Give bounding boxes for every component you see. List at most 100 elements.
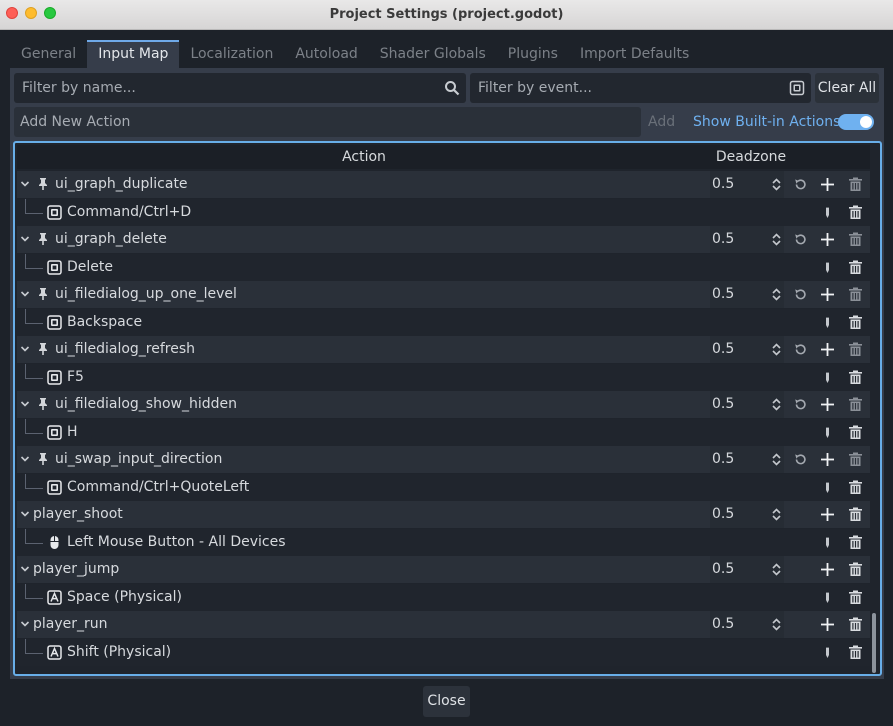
remove-action-icon[interactable] [848,507,863,522]
clear-all-button[interactable]: Clear All [815,73,879,103]
edit-event-icon[interactable] [820,645,835,660]
spin-arrows-icon[interactable] [772,288,781,301]
tab-shader-globals[interactable]: Shader Globals [369,40,497,68]
event-row[interactable]: Delete [17,253,870,281]
revert-icon[interactable] [793,342,808,357]
tab-localization[interactable]: Localization [179,40,284,68]
action-column-header: Action [342,149,386,165]
minimize-window-button[interactable] [25,7,37,19]
remove-event-icon[interactable] [848,590,863,605]
add-event-icon[interactable] [820,562,835,577]
event-row[interactable]: Command/Ctrl+D [17,198,870,226]
chevron-down-icon[interactable] [20,179,30,189]
event-row[interactable]: Shift (Physical) [17,638,870,666]
add-event-icon[interactable] [820,452,835,467]
tab-plugins[interactable]: Plugins [497,40,569,68]
chevron-down-icon[interactable] [20,289,30,299]
chevron-down-icon[interactable] [20,619,30,629]
remove-action-icon [848,232,863,247]
action-row[interactable]: ui_filedialog_up_one_level 0.5 [17,281,870,308]
revert-icon[interactable] [793,232,808,247]
edit-event-icon[interactable] [820,205,835,220]
chevron-down-icon[interactable] [20,399,30,409]
chevron-down-icon[interactable] [20,344,30,354]
pin-icon [37,232,49,246]
action-row[interactable]: ui_graph_duplicate 0.5 [17,171,870,198]
remove-event-icon[interactable] [848,645,863,660]
show-builtin-actions-toggle[interactable] [838,114,874,130]
remove-event-icon[interactable] [848,315,863,330]
filter-by-name-input[interactable]: Filter by name... [14,73,466,103]
action-row[interactable]: ui_swap_input_direction 0.5 [17,446,870,473]
edit-event-icon[interactable] [820,590,835,605]
remove-action-icon[interactable] [848,562,863,577]
filter-by-event-input[interactable]: Filter by event... [470,73,811,103]
edit-event-icon[interactable] [820,535,835,550]
add-event-icon[interactable] [820,232,835,247]
remove-event-icon[interactable] [848,205,863,220]
edit-event-icon[interactable] [820,480,835,495]
show-builtin-actions-label[interactable]: Show Built-in Actions [693,107,840,137]
add-new-action-input[interactable]: Add New Action [14,107,641,137]
revert-icon[interactable] [793,177,808,192]
add-event-icon[interactable] [820,287,835,302]
add-event-icon[interactable] [820,617,835,632]
tab-import-defaults[interactable]: Import Defaults [569,40,700,68]
input-action-tree[interactable]: Action Deadzone ui_graph_duplicate 0.5 Com… [13,141,882,676]
add-event-icon[interactable] [820,397,835,412]
keyboard-icon [47,259,62,275]
revert-icon[interactable] [793,397,808,412]
remove-event-icon[interactable] [848,260,863,275]
maximize-window-button[interactable] [44,7,56,19]
spin-arrows-icon[interactable] [772,563,781,576]
add-action-button[interactable]: Add [648,107,675,137]
vertical-scrollbar[interactable] [872,613,876,673]
revert-icon[interactable] [793,287,808,302]
event-row[interactable]: H [17,418,870,446]
chevron-down-icon[interactable] [20,509,30,519]
edit-event-icon[interactable] [820,260,835,275]
filter-by-name-placeholder: Filter by name... [22,80,136,96]
remove-action-icon[interactable] [848,617,863,632]
add-event-icon[interactable] [820,177,835,192]
event-row[interactable]: Backspace [17,308,870,336]
tab-general[interactable]: General [10,40,87,68]
chevron-down-icon[interactable] [20,454,30,464]
spin-arrows-icon[interactable] [772,178,781,191]
remove-event-icon[interactable] [848,425,863,440]
add-event-icon[interactable] [820,342,835,357]
action-row[interactable]: player_shoot 0.5 [17,501,870,528]
remove-event-icon[interactable] [848,480,863,495]
action-row[interactable]: ui_filedialog_show_hidden 0.5 [17,391,870,418]
chevron-down-icon[interactable] [20,234,30,244]
spin-arrows-icon[interactable] [772,398,781,411]
keyboard-event-icon[interactable] [789,80,805,96]
event-row[interactable]: F5 [17,363,870,391]
event-row[interactable]: Space (Physical) [17,583,870,611]
spin-arrows-icon[interactable] [772,618,781,631]
action-row[interactable]: player_jump 0.5 [17,556,870,583]
remove-event-icon[interactable] [848,535,863,550]
close-button[interactable]: Close [423,686,470,717]
event-row[interactable]: Command/Ctrl+QuoteLeft [17,473,870,501]
action-row[interactable]: ui_graph_delete 0.5 [17,226,870,253]
action-row[interactable]: player_run 0.5 [17,611,870,638]
spin-arrows-icon[interactable] [772,343,781,356]
chevron-down-icon[interactable] [20,564,30,574]
tab-input-map[interactable]: Input Map [87,40,180,68]
spin-arrows-icon[interactable] [772,508,781,521]
edit-event-icon[interactable] [820,315,835,330]
close-window-button[interactable] [6,7,18,19]
remove-event-icon[interactable] [848,370,863,385]
edit-event-icon[interactable] [820,425,835,440]
tab-autoload[interactable]: Autoload [284,40,368,68]
spin-arrows-icon[interactable] [772,453,781,466]
edit-event-icon[interactable] [820,370,835,385]
action-name: player_run [33,616,108,632]
revert-icon[interactable] [793,452,808,467]
keyboard-icon [47,314,62,330]
action-row[interactable]: ui_filedialog_refresh 0.5 [17,336,870,363]
spin-arrows-icon[interactable] [772,233,781,246]
event-row[interactable]: Left Mouse Button - All Devices [17,528,870,556]
add-event-icon[interactable] [820,507,835,522]
